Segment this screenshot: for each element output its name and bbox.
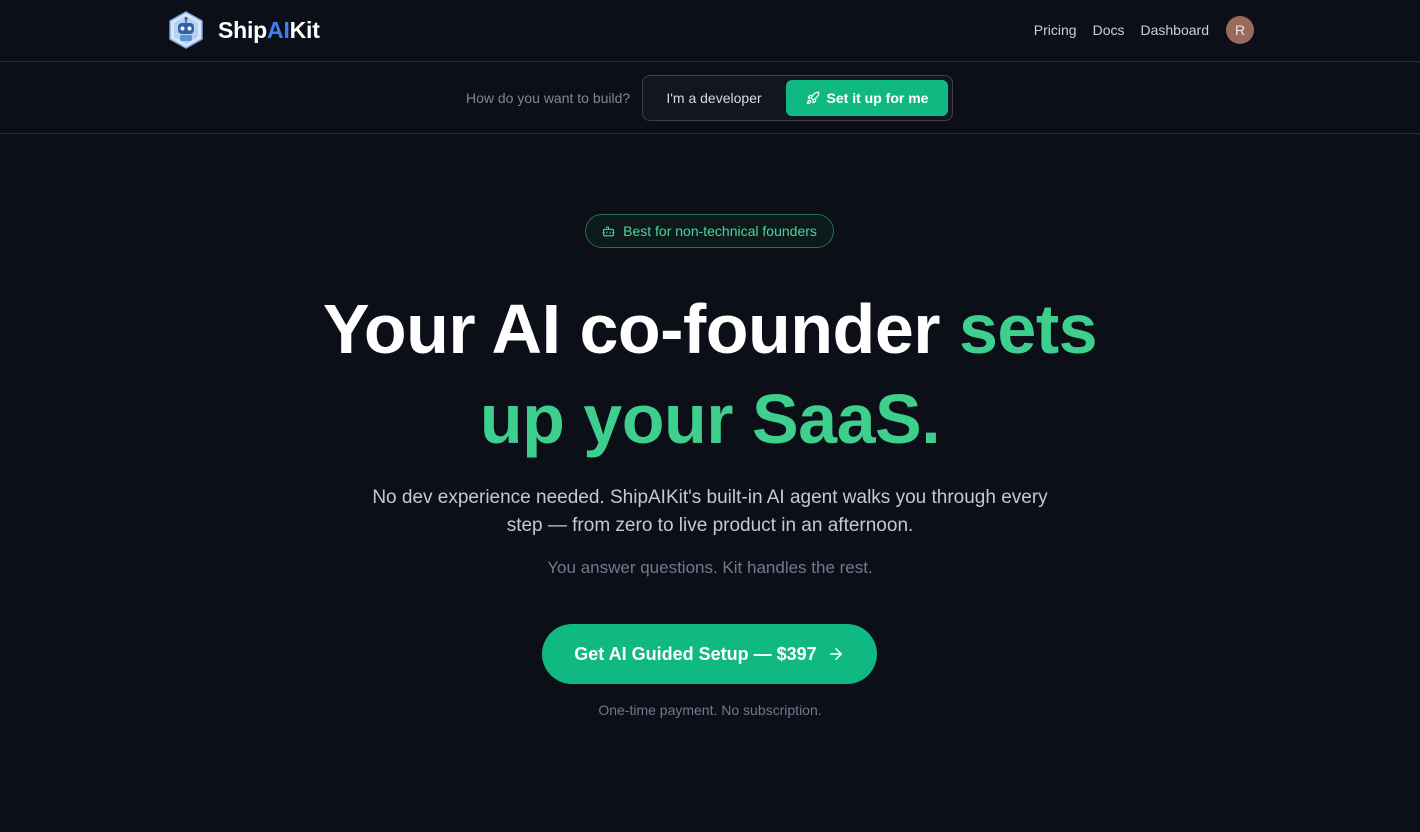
hero-headline: Your AI co-founder sets up your SaaS. bbox=[0, 284, 1420, 464]
headline-accent-text-2: up your SaaS. bbox=[479, 380, 941, 458]
nav-links: Pricing Docs Dashboard R bbox=[1034, 16, 1254, 44]
user-avatar[interactable]: R bbox=[1226, 16, 1254, 44]
build-mode-bar: How do you want to build? I'm a develope… bbox=[0, 62, 1420, 134]
nav-link-pricing[interactable]: Pricing bbox=[1034, 22, 1077, 38]
headline-accent-text-1: sets bbox=[958, 290, 1098, 368]
cta-payment-note: One-time payment. No subscription. bbox=[598, 702, 822, 718]
nav-link-dashboard[interactable]: Dashboard bbox=[1141, 22, 1210, 38]
developer-mode-button[interactable]: I'm a developer bbox=[649, 80, 779, 116]
top-navbar: ShipAIKit Pricing Docs Dashboard R bbox=[0, 0, 1420, 62]
setup-for-me-button[interactable]: Set it up for me bbox=[786, 80, 948, 116]
rocket-icon bbox=[806, 91, 819, 105]
hero-tagline: You answer questions. Kit handles the re… bbox=[547, 558, 873, 577]
setup-for-me-label: Set it up for me bbox=[826, 90, 929, 106]
robot-logo-icon bbox=[169, 11, 203, 49]
build-mode-toggle: I'm a developer Set it up for me bbox=[642, 75, 953, 121]
build-mode-question: How do you want to build? bbox=[466, 90, 631, 106]
brand-name: ShipAIKit bbox=[218, 16, 320, 43]
arrow-right-icon bbox=[829, 648, 842, 660]
hero-subtitle: No dev experience needed. ShipAIKit's bu… bbox=[372, 487, 1048, 536]
brand-logo-link[interactable]: ShipAIKit bbox=[168, 11, 320, 49]
nav-link-docs[interactable]: Docs bbox=[1093, 22, 1125, 38]
page: ShipAIKit Pricing Docs Dashboard R How d… bbox=[0, 0, 1420, 832]
headline-white-text: Your AI co-founder bbox=[322, 290, 959, 368]
cta-label: Get AI Guided Setup — $397 bbox=[574, 643, 817, 664]
get-ai-guided-setup-button[interactable]: Get AI Guided Setup — $397 bbox=[542, 624, 877, 684]
audience-badge-label: Best for non-technical founders bbox=[623, 223, 817, 239]
audience-badge: Best for non-technical founders bbox=[585, 214, 834, 248]
developer-mode-label: I'm a developer bbox=[666, 90, 762, 106]
robot-icon bbox=[602, 226, 615, 236]
